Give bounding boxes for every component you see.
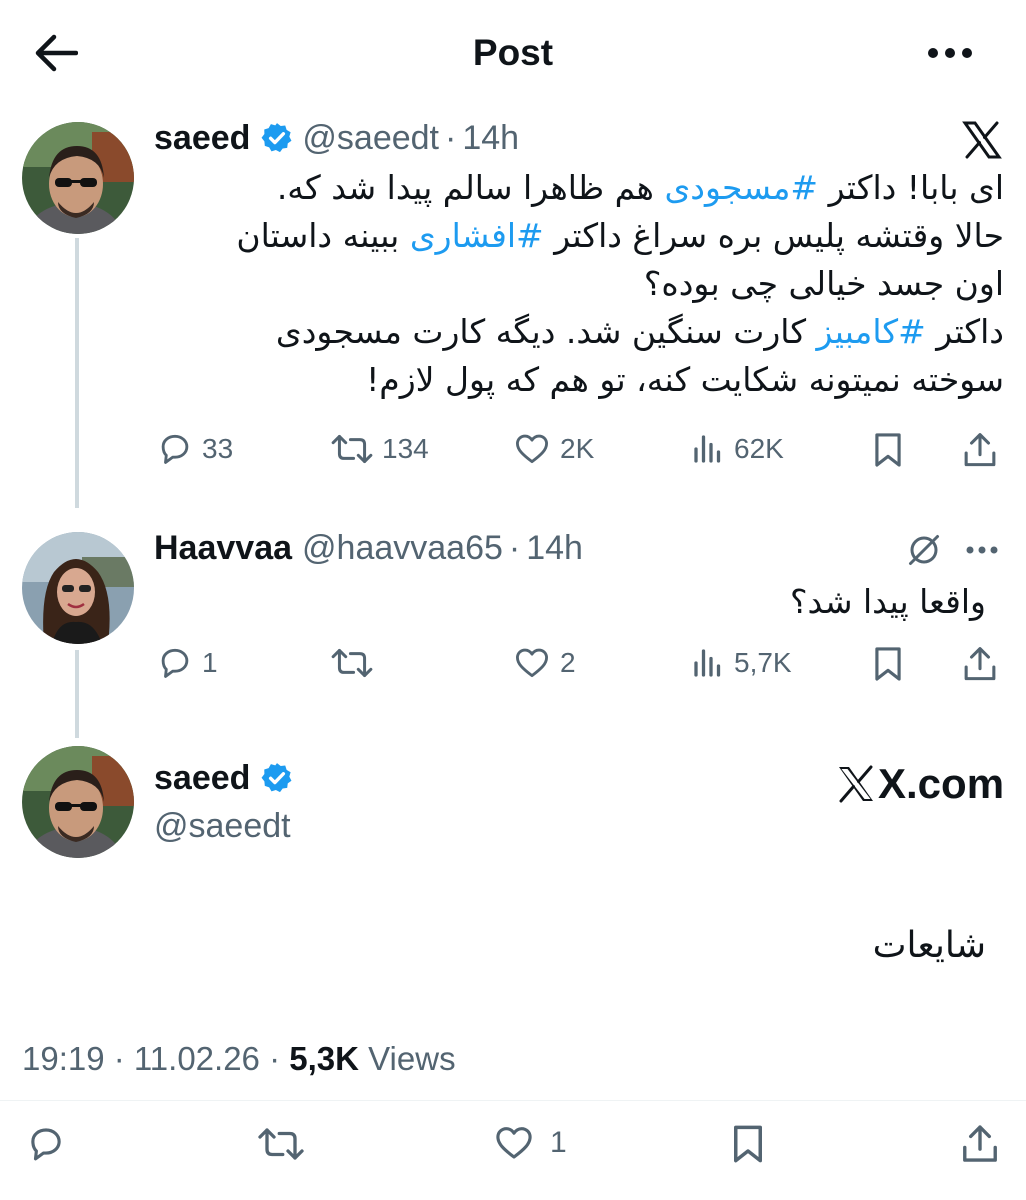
bookmark-button[interactable] [724,1120,772,1168]
repost-count: 134 [382,433,429,464]
post-line: داکتر #کامبیز کارت سنگین شد. دیگه کارت م… [275,312,1004,351]
repost-button[interactable] [330,644,374,682]
bookmark-icon [875,647,901,681]
post-date-time: 19:19 · 11.02.26 · [22,1040,281,1077]
bookmark-button[interactable] [866,642,910,686]
x-logo-icon [962,121,1002,159]
grok-button[interactable] [900,528,948,572]
avatar[interactable] [22,122,134,234]
like-count: 1 [550,1126,567,1159]
like-count: 2 [560,647,576,678]
hashtag-link[interactable]: #افشاری [410,216,544,255]
views-total: 5,3K [289,1040,359,1077]
views-button[interactable]: 62K [690,430,784,468]
page-title: Post [472,32,554,73]
repost-icon [331,434,373,464]
avatar[interactable] [22,746,134,858]
reply-icon [161,434,189,464]
share-icon [964,647,996,681]
post-time[interactable]: 14h [462,118,519,158]
reply-icon [161,648,189,678]
bookmark-button[interactable] [866,428,910,472]
post-text: واقعا پیدا شد؟ [790,582,986,621]
thread-line [75,238,79,508]
post-line: اون جسد خیالی چی بوده؟ [643,264,1004,303]
like-button[interactable]: 1 [492,1122,567,1164]
grok-icon [909,535,939,565]
brand-watermark: X.com [836,758,1004,810]
views-icon [694,435,721,463]
repost-button[interactable]: 134 [330,430,429,468]
views-count: 5,7K [734,647,792,678]
author-handle[interactable]: @haavvaa65 [302,528,503,568]
author-name[interactable]: Haavvaa [154,528,292,568]
reply-count: 1 [202,647,218,678]
reply-button[interactable]: 33 [156,430,233,468]
share-icon [963,1125,997,1162]
share-button[interactable] [956,642,1004,686]
x-logo[interactable] [954,112,1010,168]
author-handle[interactable]: @saeedt [302,118,439,158]
like-icon [516,434,548,464]
post-text: شایعات [872,925,986,966]
hashtag-link[interactable]: #مسجودی [664,168,818,207]
reply-button[interactable] [22,1120,70,1168]
repost-icon [331,648,373,678]
views-button[interactable]: 5,7K [690,644,792,682]
hashtag-link[interactable]: #کامبیز [817,312,926,351]
repost-button[interactable] [254,1120,308,1168]
author-name[interactable]: saeed [154,758,250,798]
repost-icon [258,1128,304,1160]
post-timestamp: 19:19 · 11.02.26 · 5,3K Views [22,1040,456,1078]
more-options-button[interactable] [912,28,988,78]
meta-separator: · [445,119,457,157]
verified-badge-icon [261,763,292,793]
post-time[interactable]: 14h [526,528,583,568]
post-line: سوخته نمیتونه شکایت کنه، تو هم که پول لا… [366,360,1004,399]
author-name[interactable]: saeed [154,118,250,158]
meta-separator: · [508,529,521,567]
views-icon [694,649,721,677]
avatar[interactable] [22,532,134,644]
brand-text: X.com [878,760,1005,807]
like-button[interactable]: 2 [512,644,576,682]
more-horizontal-icon [966,546,998,554]
like-icon [516,648,548,678]
views-count: 62K [734,433,784,464]
post-text: ای بابا! داکتر #مسجودی هم ظاهرا سالم پید… [150,164,1004,404]
reply-button[interactable]: 1 [156,644,218,682]
divider [0,1100,1026,1101]
post-line: ای بابا! داکتر #مسجودی هم ظاهرا سالم پید… [276,168,1004,207]
verified-badge-icon [261,123,292,153]
share-button[interactable] [954,1120,1006,1168]
bookmark-icon [734,1125,762,1163]
like-count: 2K [560,433,595,464]
reply-count: 33 [202,433,234,464]
share-button[interactable] [956,428,1004,472]
thread-line [75,650,79,738]
like-icon [496,1127,532,1159]
share-icon [964,433,996,467]
views-label: Views [368,1040,456,1077]
more-horizontal-icon [928,48,972,58]
author-handle[interactable]: @saeedt [154,806,291,846]
bookmark-icon [875,433,901,467]
reply-icon [31,1128,61,1161]
x-logo-icon [839,765,873,803]
post-line: حالا وقتشه پلیس بره سراغ داکتر #افشاری ب… [236,216,1004,255]
like-button[interactable]: 2K [512,430,594,468]
more-options-button[interactable] [960,530,1004,570]
